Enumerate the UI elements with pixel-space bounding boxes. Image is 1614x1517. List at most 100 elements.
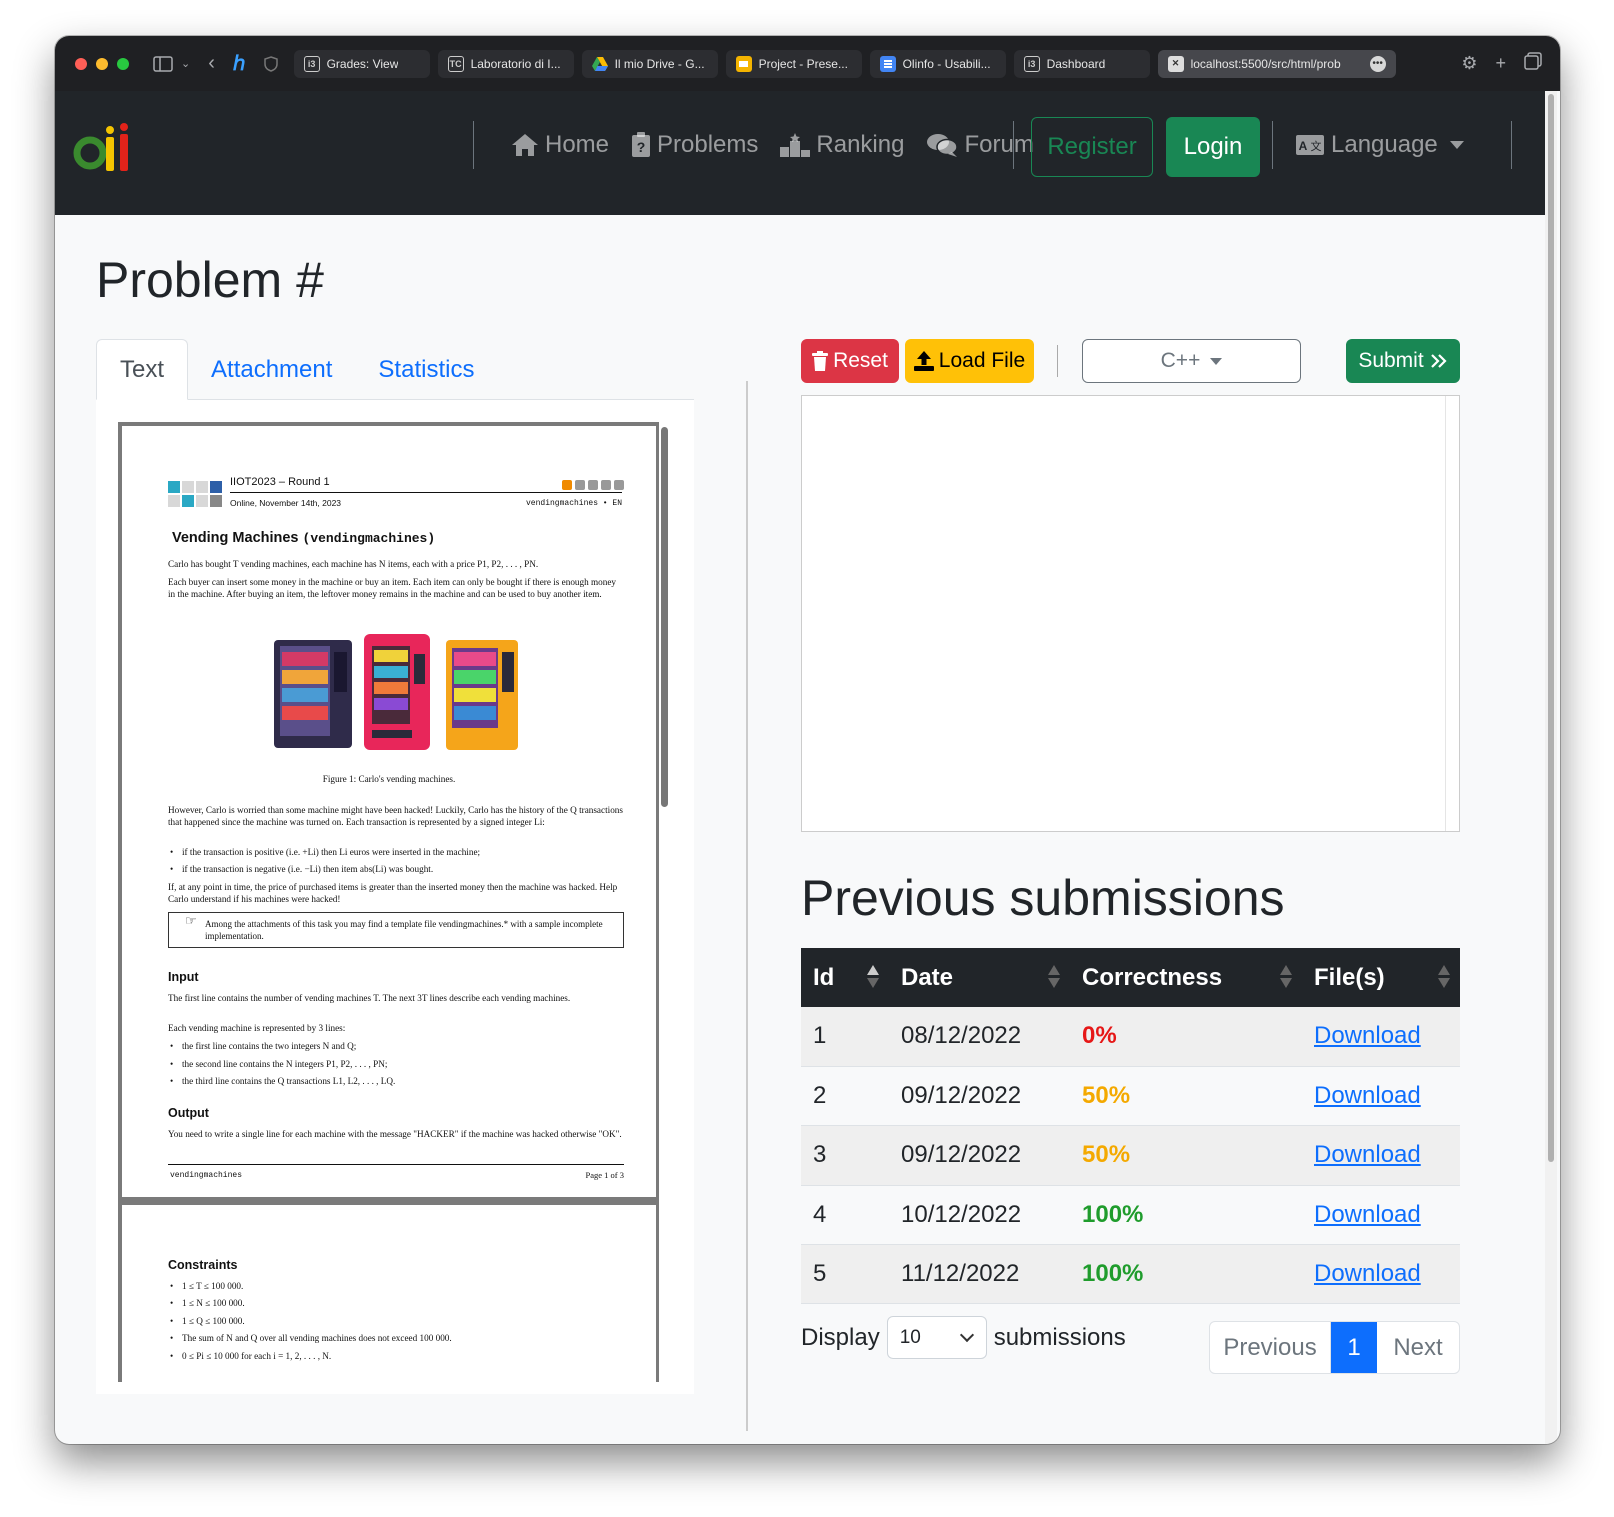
tab-text[interactable]: Text — [96, 339, 189, 400]
download-link[interactable]: Download — [1314, 1201, 1421, 1228]
download-link[interactable]: Download — [1314, 1022, 1421, 1049]
code-editor[interactable] — [801, 395, 1460, 832]
pdf-footer-rule — [168, 1164, 624, 1165]
language-dropdown[interactable]: A文 Language — [1295, 121, 1464, 169]
pdf-bullet: The sum of N and Q over all vending mach… — [170, 1332, 622, 1344]
column-header-id[interactable]: Id — [801, 948, 889, 1007]
iiot-logo — [168, 481, 222, 507]
nav-forum[interactable]: Forum — [926, 131, 1034, 159]
download-link[interactable]: Download — [1314, 1141, 1421, 1168]
pdf-viewer[interactable]: IIOT2023 – Round 1 Online, November 14th… — [96, 400, 694, 1394]
table-header-row: Id Date Correctness File(s) — [801, 948, 1460, 1007]
column-header-date[interactable]: Date — [889, 948, 1070, 1007]
i3-icon: i3 — [303, 55, 320, 72]
load-file-button[interactable]: Load File — [905, 339, 1034, 383]
pdf-paragraph: If, at any point in time, the price of p… — [168, 882, 618, 904]
vending-machines-image — [272, 632, 522, 752]
tab-overview-icon[interactable] — [1524, 52, 1542, 75]
oii-logo[interactable] — [73, 121, 131, 173]
caret-down-icon — [1449, 141, 1464, 149]
register-button[interactable]: Register — [1031, 117, 1153, 177]
nav-home[interactable]: Home — [511, 131, 609, 159]
google-drive-icon — [591, 56, 608, 72]
new-tab-plus-icon[interactable]: + — [1495, 53, 1506, 74]
page-size-select[interactable]: 10 — [886, 1316, 987, 1359]
table-row: 1 08/12/2022 0% Download — [801, 1007, 1460, 1067]
browser-tab[interactable]: i3 Dashboard — [1013, 49, 1150, 78]
browser-tab[interactable]: i3 Grades: View — [293, 49, 430, 78]
pdf-page: IIOT2023 – Round 1 Online, November 14th… — [122, 426, 656, 1197]
more-options-icon[interactable]: ••• — [1369, 55, 1386, 72]
problem-panel: Text Attachment Statistics IIOT2023 – Ro… — [96, 339, 694, 1394]
nav-ranking[interactable]: Ranking — [780, 131, 904, 159]
page-1-button[interactable]: 1 — [1331, 1322, 1377, 1373]
previous-page-button[interactable]: Previous — [1210, 1322, 1331, 1373]
display-label: Display — [801, 1323, 880, 1351]
column-header-label: Date — [901, 963, 954, 991]
minimize-window-button[interactable] — [96, 57, 108, 70]
download-link[interactable]: Download — [1314, 1082, 1421, 1109]
editor-scrollbar[interactable] — [1445, 396, 1459, 831]
pdf-note-box: ☞ Among the attachments of this task you… — [168, 912, 624, 948]
tab-attachment[interactable]: Attachment — [188, 339, 355, 400]
extension-k-icon[interactable]: ℎ — [233, 51, 246, 76]
podium-icon — [780, 133, 811, 157]
back-arrow-icon[interactable]: ‹ — [208, 52, 215, 75]
pdf-scrollbar[interactable] — [661, 427, 668, 807]
chevron-down-icon[interactable]: ⌄ — [181, 57, 190, 70]
next-page-button[interactable]: Next — [1377, 1322, 1459, 1373]
page-scrollbar[interactable] — [1545, 91, 1557, 1444]
caret-down-icon — [1210, 357, 1223, 365]
load-file-label: Load File — [938, 349, 1026, 372]
cell-id: 2 — [801, 1066, 889, 1127]
cell-id: 1 — [801, 1007, 889, 1067]
browser-tab[interactable]: Olinfo - Usabili... — [869, 49, 1006, 78]
tc-icon: TC — [447, 55, 464, 72]
shield-icon[interactable] — [263, 55, 278, 72]
page-title: Problem # — [96, 252, 324, 308]
pdf-bullet: 0 ≤ Pi ≤ 10 000 for each i = 1, 2, . . .… — [170, 1350, 622, 1362]
cell-correctness: 100% — [1070, 1244, 1302, 1305]
cell-correctness: 0% — [1070, 1007, 1302, 1067]
sidebar-toggle-icon[interactable] — [153, 55, 173, 72]
cell-file: Download — [1302, 1185, 1460, 1246]
compiler-language-label: C++ — [1160, 349, 1201, 372]
window-controls — [75, 57, 129, 70]
column-header-correctness[interactable]: Correctness — [1070, 948, 1302, 1007]
browser-tab[interactable]: Il mio Drive - G... — [581, 49, 718, 78]
svg-text:文: 文 — [1311, 139, 1322, 153]
browser-tab[interactable]: TC Laboratorio di I... — [437, 49, 574, 78]
cell-date: 11/12/2022 — [889, 1244, 1070, 1305]
browser-tab-active[interactable]: ✕ localhost:5500/src/html/prob ••• — [1157, 49, 1396, 78]
pdf-paragraph: Each buyer can insert some money in the … — [168, 577, 617, 599]
cell-date: 08/12/2022 — [889, 1007, 1070, 1067]
tab-label: Grades: View — [326, 56, 399, 71]
cell-date: 09/12/2022 — [889, 1125, 1070, 1186]
browser-tab[interactable]: Project - Prese... — [725, 49, 862, 78]
column-header-files[interactable]: File(s) — [1302, 948, 1460, 1007]
close-window-button[interactable] — [75, 57, 87, 70]
browser-window: ⌄ ‹ ℎ i3 Grades: View TC Laboratorio di … — [55, 36, 1560, 1444]
login-button[interactable]: Login — [1166, 117, 1260, 177]
scrollbar-thumb[interactable] — [1548, 94, 1554, 1162]
tab-statistics[interactable]: Statistics — [355, 339, 497, 400]
nav-divider — [1511, 121, 1512, 169]
nav-ranking-label: Ranking — [816, 131, 905, 158]
submit-button[interactable]: Submit — [1346, 339, 1460, 383]
compiler-language-dropdown[interactable]: C++ — [1082, 339, 1301, 383]
reset-button[interactable]: Reset — [801, 339, 899, 383]
pdf-bullet: the third line contains the Q transactio… — [170, 1075, 622, 1087]
settings-gear-icon[interactable]: ⚙ — [1461, 53, 1477, 74]
tab-label: Olinfo - Usabili... — [902, 56, 991, 71]
nav-problems[interactable]: ? Problems — [631, 131, 758, 159]
nav-forum-label: Forum — [964, 131, 1034, 158]
svg-text:A: A — [1299, 139, 1308, 153]
download-link[interactable]: Download — [1314, 1260, 1421, 1287]
cell-correctness: 50% — [1070, 1066, 1302, 1127]
browser-toolbar-right: ⚙ + — [1461, 52, 1542, 75]
pdf-heading: Input — [168, 970, 199, 984]
difficulty-icons — [562, 478, 624, 496]
page-size-control: Display 10 submissions — [801, 1316, 1126, 1359]
maximize-window-button[interactable] — [117, 57, 129, 70]
nav-divider — [1013, 121, 1014, 169]
